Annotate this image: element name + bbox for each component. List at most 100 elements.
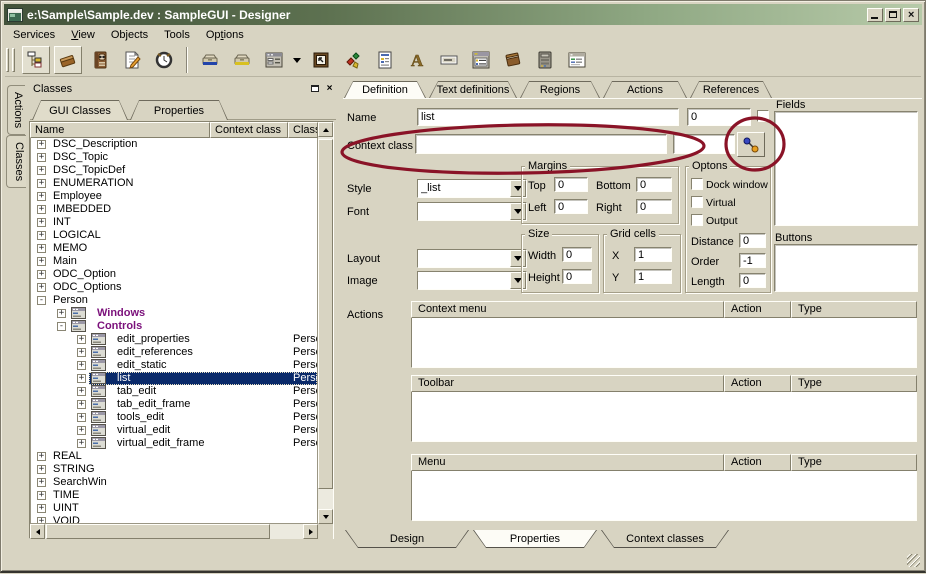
paint-objects-button[interactable]	[339, 46, 367, 74]
tree-item-Person[interactable]: -Person	[31, 294, 317, 307]
tree-item-Windows[interactable]: +Windows	[31, 307, 317, 320]
context-class-link-button[interactable]	[737, 132, 765, 157]
tree-item-tab_edit[interactable]: +tab_editPerson	[31, 385, 317, 398]
expand-expander[interactable]: +	[37, 179, 46, 188]
toolbar-grip[interactable]	[6, 48, 9, 72]
column-header-name[interactable]: Name	[30, 122, 210, 138]
server-button[interactable]	[531, 46, 559, 74]
scroll-down-button[interactable]	[318, 509, 333, 524]
tab-gui-classes[interactable]: GUI Classes	[32, 100, 128, 120]
tree-item-UINT[interactable]: +UINT	[31, 502, 317, 515]
class-tree[interactable]: +DSC_Description+DSC_Topic+DSC_TopicDef+…	[30, 138, 318, 524]
name-input[interactable]	[417, 108, 679, 126]
expand-expander[interactable]: +	[37, 231, 46, 240]
expand-expander[interactable]: +	[77, 439, 86, 448]
expand-expander[interactable]: +	[77, 400, 86, 409]
resize-grip-icon[interactable]	[907, 554, 920, 567]
image-combo[interactable]	[417, 271, 527, 290]
tree-item-edit_properties[interactable]: +edit_propertiesPerson	[31, 333, 317, 346]
tree-item-edit_static[interactable]: +edit_staticPerson	[31, 359, 317, 372]
mini-button-button[interactable]	[435, 46, 463, 74]
expand-expander[interactable]: +	[77, 348, 86, 357]
height-input[interactable]	[562, 269, 592, 284]
maximize-button[interactable]	[885, 8, 901, 22]
tree-item-Controls[interactable]: -Controls	[31, 320, 317, 333]
context-class-extra-input[interactable]	[673, 134, 735, 154]
virtual-checkbox[interactable]	[691, 196, 703, 208]
expand-expander[interactable]: +	[77, 361, 86, 370]
tree-item-Main[interactable]: +Main	[31, 255, 317, 268]
drawer-yellow-button[interactable]	[228, 46, 256, 74]
margin-right-input[interactable]	[636, 199, 672, 214]
tree-item-ODC_Option[interactable]: +ODC_Option	[31, 268, 317, 281]
menu-tools[interactable]: Tools	[156, 27, 198, 43]
expand-expander[interactable]: +	[37, 478, 46, 487]
find-watch-button[interactable]	[150, 46, 178, 74]
name-number-input[interactable]	[687, 108, 751, 126]
tree-item-VOID[interactable]: +VOID	[31, 515, 317, 524]
expand-expander[interactable]: +	[37, 218, 46, 227]
float-panel-button[interactable]	[308, 82, 321, 95]
margin-left-input[interactable]	[554, 199, 588, 214]
collapse-expander[interactable]: -	[37, 296, 46, 305]
address-book-button[interactable]	[86, 46, 114, 74]
buttons-listbox[interactable]	[774, 244, 918, 292]
menu-column[interactable]: Menu	[411, 454, 724, 471]
type-column[interactable]: Type	[791, 454, 917, 471]
tree-item-IMBEDDED[interactable]: +IMBEDDED	[31, 203, 317, 216]
tree-horizontal-scrollbar[interactable]	[30, 524, 318, 539]
drawer-blue-button[interactable]	[196, 46, 224, 74]
type-column[interactable]: Type	[791, 375, 917, 392]
tab-actions[interactable]: Actions	[603, 81, 687, 98]
expand-expander[interactable]: +	[37, 205, 46, 214]
expand-expander[interactable]: +	[57, 309, 66, 318]
expand-expander[interactable]: +	[37, 153, 46, 162]
margin-bottom-input[interactable]	[636, 177, 672, 192]
form-grid-dropdown-button[interactable]	[290, 47, 303, 73]
menu-services[interactable]: Services	[5, 27, 63, 43]
context-menu-column[interactable]: Context menu	[411, 301, 724, 318]
tab-references[interactable]: References	[690, 81, 772, 98]
expand-expander[interactable]: +	[37, 166, 46, 175]
width-input[interactable]	[562, 247, 592, 262]
tree-item-SearchWin[interactable]: +SearchWin	[31, 476, 317, 489]
tree-item-virtual_edit_frame[interactable]: +virtual_edit_framePerson	[31, 437, 317, 450]
tree-item-ODC_Options[interactable]: +ODC_Options	[31, 281, 317, 294]
tab-design[interactable]: Design	[345, 530, 469, 548]
action-column[interactable]: Action	[724, 301, 791, 318]
context-menu-table-body[interactable]	[411, 318, 917, 368]
font-combo[interactable]	[417, 202, 527, 221]
dock-window-checkbox[interactable]	[691, 178, 703, 190]
expand-expander[interactable]: +	[37, 192, 46, 201]
tree-item-edit_references[interactable]: +edit_referencesPerson	[31, 346, 317, 359]
expand-expander[interactable]: +	[77, 413, 86, 422]
expand-expander[interactable]: +	[37, 504, 46, 513]
tree-item-DSC_TopicDef[interactable]: +DSC_TopicDef	[31, 164, 317, 177]
grid-y-input[interactable]	[634, 269, 672, 284]
toolbar-column[interactable]: Toolbar	[411, 375, 724, 392]
layout-combo[interactable]	[417, 249, 527, 268]
expand-expander[interactable]: +	[37, 465, 46, 474]
dock-tab-classes[interactable]: Classes	[6, 135, 26, 188]
scroll-up-button[interactable]	[318, 122, 333, 137]
minimize-button[interactable]	[867, 8, 883, 22]
distance-input[interactable]	[739, 233, 766, 248]
toolbar-table-body[interactable]	[411, 392, 917, 442]
scroll-left-button[interactable]	[30, 524, 45, 539]
close-panel-button[interactable]: ×	[323, 82, 336, 95]
expand-expander[interactable]: +	[77, 426, 86, 435]
tree-item-LOGICAL[interactable]: +LOGICAL	[31, 229, 317, 242]
window-list-button[interactable]	[467, 46, 495, 74]
horizontal-scroll-thumb[interactable]	[46, 524, 270, 539]
expand-expander[interactable]: +	[37, 244, 46, 253]
type-column[interactable]: Type	[791, 301, 917, 318]
tree-item-tab_edit_frame[interactable]: +tab_edit_framePerson	[31, 398, 317, 411]
edit-document-button[interactable]	[118, 46, 146, 74]
expand-expander[interactable]: +	[37, 491, 46, 500]
menu-view[interactable]: View	[63, 27, 103, 43]
tree-item-STRING[interactable]: +STRING	[31, 463, 317, 476]
report-button[interactable]	[371, 46, 399, 74]
tab-definition[interactable]: Definition	[344, 81, 426, 98]
grid-x-input[interactable]	[634, 247, 672, 262]
tree-item-INT[interactable]: +INT	[31, 216, 317, 229]
